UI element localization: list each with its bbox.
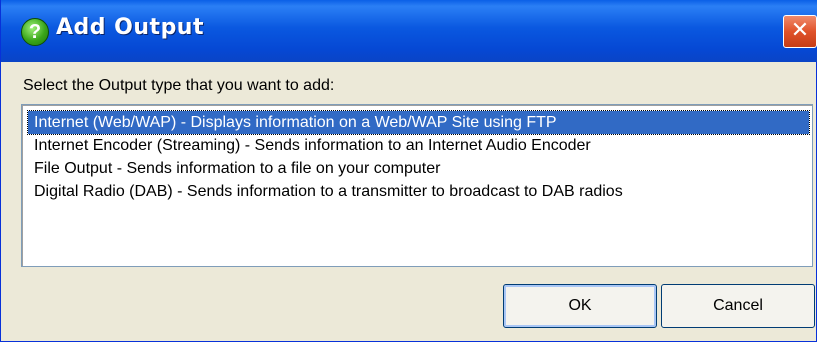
- list-item-label: Digital Radio (DAB) - Sends information …: [34, 183, 623, 200]
- list-item-label: File Output - Sends information to a fil…: [34, 160, 441, 177]
- list-item-file-output[interactable]: File Output - Sends information to a fil…: [31, 157, 443, 180]
- help-icon: ?: [21, 18, 49, 46]
- close-icon: ✕: [790, 18, 810, 43]
- ok-button[interactable]: OK: [503, 284, 657, 328]
- add-output-dialog: ? Add Output ✕ Select the Output type th…: [0, 0, 817, 342]
- list-item-internet-web-wap[interactable]: Internet (Web/WAP) - Displays informatio…: [27, 110, 810, 135]
- prompt-label: Select the Output type that you want to …: [23, 77, 335, 94]
- list-item-label: Internet Encoder (Streaming) - Sends inf…: [34, 137, 591, 154]
- cancel-button[interactable]: Cancel: [661, 284, 815, 328]
- list-item-digital-radio-dab[interactable]: Digital Radio (DAB) - Sends information …: [31, 180, 626, 203]
- list-item-label: Internet (Web/WAP) - Displays informatio…: [34, 114, 557, 131]
- list-item-internet-encoder[interactable]: Internet Encoder (Streaming) - Sends inf…: [31, 134, 594, 157]
- output-type-list[interactable]: Internet (Web/WAP) - Displays informatio…: [21, 104, 813, 267]
- close-button[interactable]: ✕: [783, 15, 817, 48]
- title-bar[interactable]: ? Add Output ✕: [1, 0, 817, 62]
- window-title: Add Output: [56, 15, 204, 40]
